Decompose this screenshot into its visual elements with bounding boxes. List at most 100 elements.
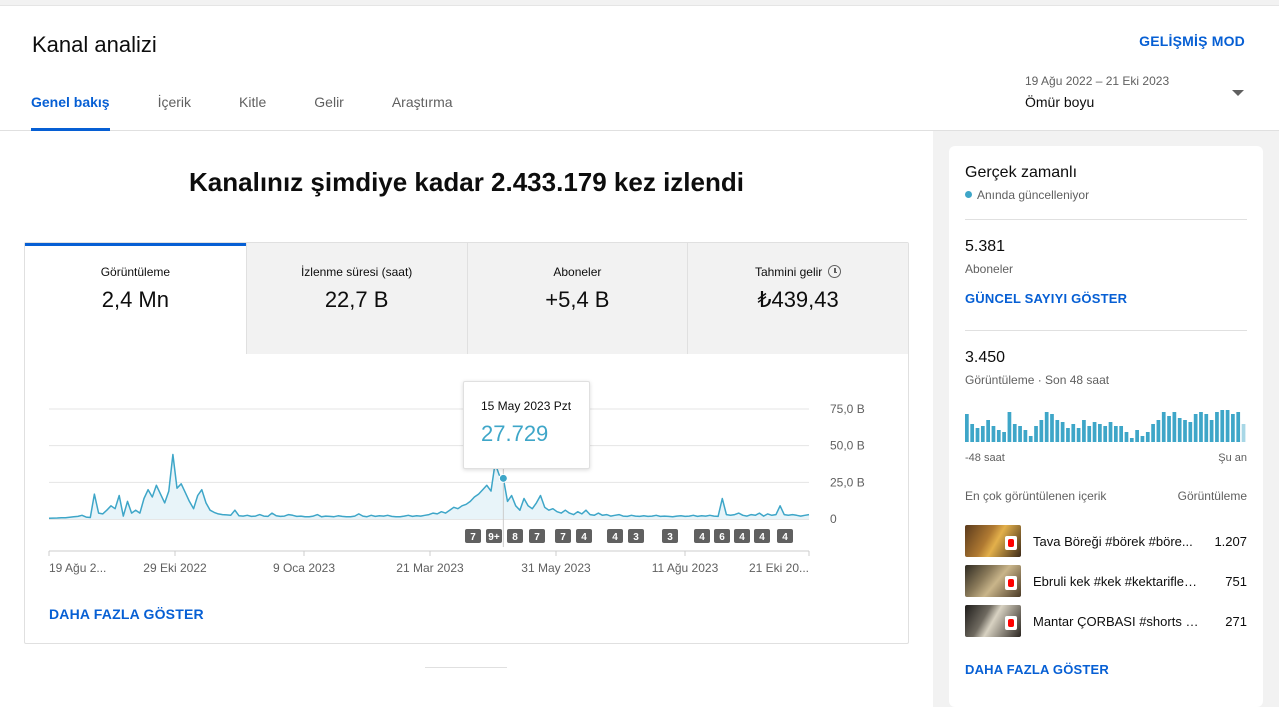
shorts-icon <box>1005 536 1017 550</box>
metric-label: İzlenme süresi (saat) <box>300 265 413 279</box>
top-content-row[interactable]: Tava Böreği #börek #böre... 1.207 <box>965 525 1247 557</box>
event-marker-label: 7 <box>534 532 540 543</box>
realtime-subscribers-value: 5.381 <box>965 238 1006 255</box>
tab-bar: Genel bakış İçerik Kitle Gelir Araştırma <box>31 94 501 131</box>
realtime-bar <box>1156 420 1161 442</box>
metric-tab-revenue[interactable]: Tahmini gelir ₺439,43 <box>687 243 908 354</box>
realtime-bar <box>1012 424 1017 442</box>
realtime-bar <box>1129 438 1134 442</box>
y-tick-label: 50,0 B <box>830 439 865 453</box>
realtime-bar <box>980 426 985 442</box>
realtime-axis-end: Şu an <box>1218 452 1247 464</box>
realtime-subtitle: Anında güncelleniyor <box>965 188 1089 202</box>
x-tick-label: 21 Eki 20... <box>749 561 809 575</box>
metric-label: Tahmini gelir <box>688 265 908 279</box>
realtime-bar <box>1167 416 1171 442</box>
video-title: Tava Böreği #börek #böre... <box>1033 534 1193 549</box>
show-more-button[interactable]: DAHA FAZLA GÖSTER <box>49 606 204 622</box>
realtime-bar <box>1204 414 1209 442</box>
realtime-axis-start: -48 saat <box>965 452 1005 464</box>
dropdown-arrow-icon[interactable] <box>1232 90 1244 96</box>
video-views: 751 <box>1225 574 1247 589</box>
realtime-views-value: 3.450 <box>965 349 1006 366</box>
y-tick-label: 75,0 B <box>830 402 865 416</box>
video-views: 1.207 <box>1214 534 1247 549</box>
metric-label: Aboneler <box>553 265 602 279</box>
tooltip-value: 27.729 <box>481 421 549 446</box>
tab-content[interactable]: İçerik <box>158 94 191 131</box>
page-title: Kanal analizi <box>32 32 157 57</box>
realtime-bar-chart <box>965 410 1246 442</box>
y-tick-label: 25,0 B <box>830 475 865 489</box>
realtime-bar <box>1188 422 1193 442</box>
event-marker-label: 6 <box>719 532 725 543</box>
event-marker-label: 3 <box>633 532 639 543</box>
realtime-bar <box>1215 412 1219 442</box>
realtime-bar <box>970 424 975 442</box>
realtime-bar <box>1002 432 1006 442</box>
realtime-bar <box>1039 420 1044 442</box>
tab-research[interactable]: Araştırma <box>392 94 453 131</box>
hover-point <box>498 473 508 483</box>
realtime-bar <box>1007 412 1012 442</box>
realtime-show-more-button[interactable]: DAHA FAZLA GÖSTER <box>965 662 1109 677</box>
x-tick-label: 29 Eki 2022 <box>143 561 207 575</box>
top-content-row[interactable]: Ebruli kek #kek #kektarifleri... 751 <box>965 565 1247 597</box>
realtime-views-label: Görüntüleme · Son 48 saat <box>965 373 1110 387</box>
realtime-bar <box>1241 424 1246 442</box>
video-thumbnail <box>965 605 1021 637</box>
show-live-count-button[interactable]: GÜNCEL SAYIYI GÖSTER <box>965 291 1127 306</box>
event-marker-label: 4 <box>612 532 618 543</box>
realtime-card: Gerçek zamanlı Anında güncelleniyor 5.38… <box>949 146 1263 707</box>
metric-label-text: Tahmini gelir <box>754 265 823 279</box>
metric-value: 22,7 B <box>324 287 389 312</box>
video-thumbnail <box>965 565 1021 597</box>
top-content-row[interactable]: Mantar ÇORBASI #shorts #... 271 <box>965 605 1247 637</box>
area-fill <box>49 454 809 519</box>
realtime-bar <box>1050 414 1054 442</box>
divider <box>965 219 1247 220</box>
realtime-bar <box>975 428 980 442</box>
realtime-bar <box>1145 432 1150 442</box>
tab-revenue[interactable]: Gelir <box>314 94 344 131</box>
realtime-bar <box>1092 422 1097 442</box>
realtime-bar <box>1193 414 1198 442</box>
metric-label: Görüntüleme <box>100 265 171 279</box>
date-range-picker[interactable]: 19 Ağu 2022 – 21 Eki 2023 Ömür boyu <box>1025 74 1247 114</box>
x-tick-label: 21 Mar 2023 <box>396 561 464 575</box>
realtime-bar <box>1023 430 1028 442</box>
metric-tab-watch-time[interactable]: İzlenme süresi (saat) 22,7 B <box>245 243 467 354</box>
advanced-mode-button[interactable]: GELİŞMİŞ MOD <box>1139 33 1245 49</box>
clock-icon <box>828 265 842 278</box>
event-marker-label: 9+ <box>488 532 500 543</box>
event-marker-label: 4 <box>699 532 705 543</box>
tab-audience[interactable]: Kitle <box>239 94 266 131</box>
realtime-title: Gerçek zamanlı <box>965 164 1078 181</box>
realtime-bar <box>1151 424 1155 442</box>
x-tick-label: 31 May 2023 <box>521 561 591 575</box>
realtime-bar <box>996 430 1001 442</box>
y-tick-label: 0 <box>830 512 837 526</box>
realtime-bar <box>1108 422 1113 442</box>
top-content-views-header: Görüntüleme <box>1177 489 1247 503</box>
top-content-header: En çok görüntülenen içerik <box>965 489 1107 503</box>
event-marker-label: 3 <box>667 532 673 543</box>
realtime-bar <box>1177 418 1182 442</box>
tooltip-date: 15 May 2023 Pzt <box>481 399 572 413</box>
chart-tooltip: 15 May 2023 Pzt 27.729 <box>463 381 590 469</box>
realtime-bar <box>1209 420 1214 442</box>
realtime-bar <box>1231 414 1235 442</box>
realtime-bar <box>1124 432 1129 442</box>
metric-tab-views[interactable]: Görüntüleme 2,4 Mn <box>25 243 246 354</box>
metric-value: ₺439,43 <box>757 287 839 312</box>
overview-panel: Kanalınız şimdiye kadar 2.433.179 kez iz… <box>0 131 933 707</box>
metric-value: 2,4 Mn <box>101 287 169 312</box>
realtime-bar <box>1055 420 1060 442</box>
tab-overview[interactable]: Genel bakış <box>31 94 110 131</box>
metric-tab-subscribers[interactable]: Aboneler +5,4 B <box>466 243 688 354</box>
realtime-bar <box>1028 436 1033 442</box>
shorts-icon <box>1005 616 1017 630</box>
event-marker-label: 7 <box>560 532 566 543</box>
realtime-bar <box>986 420 990 442</box>
realtime-axis: -48 saat Şu an <box>965 452 1247 464</box>
